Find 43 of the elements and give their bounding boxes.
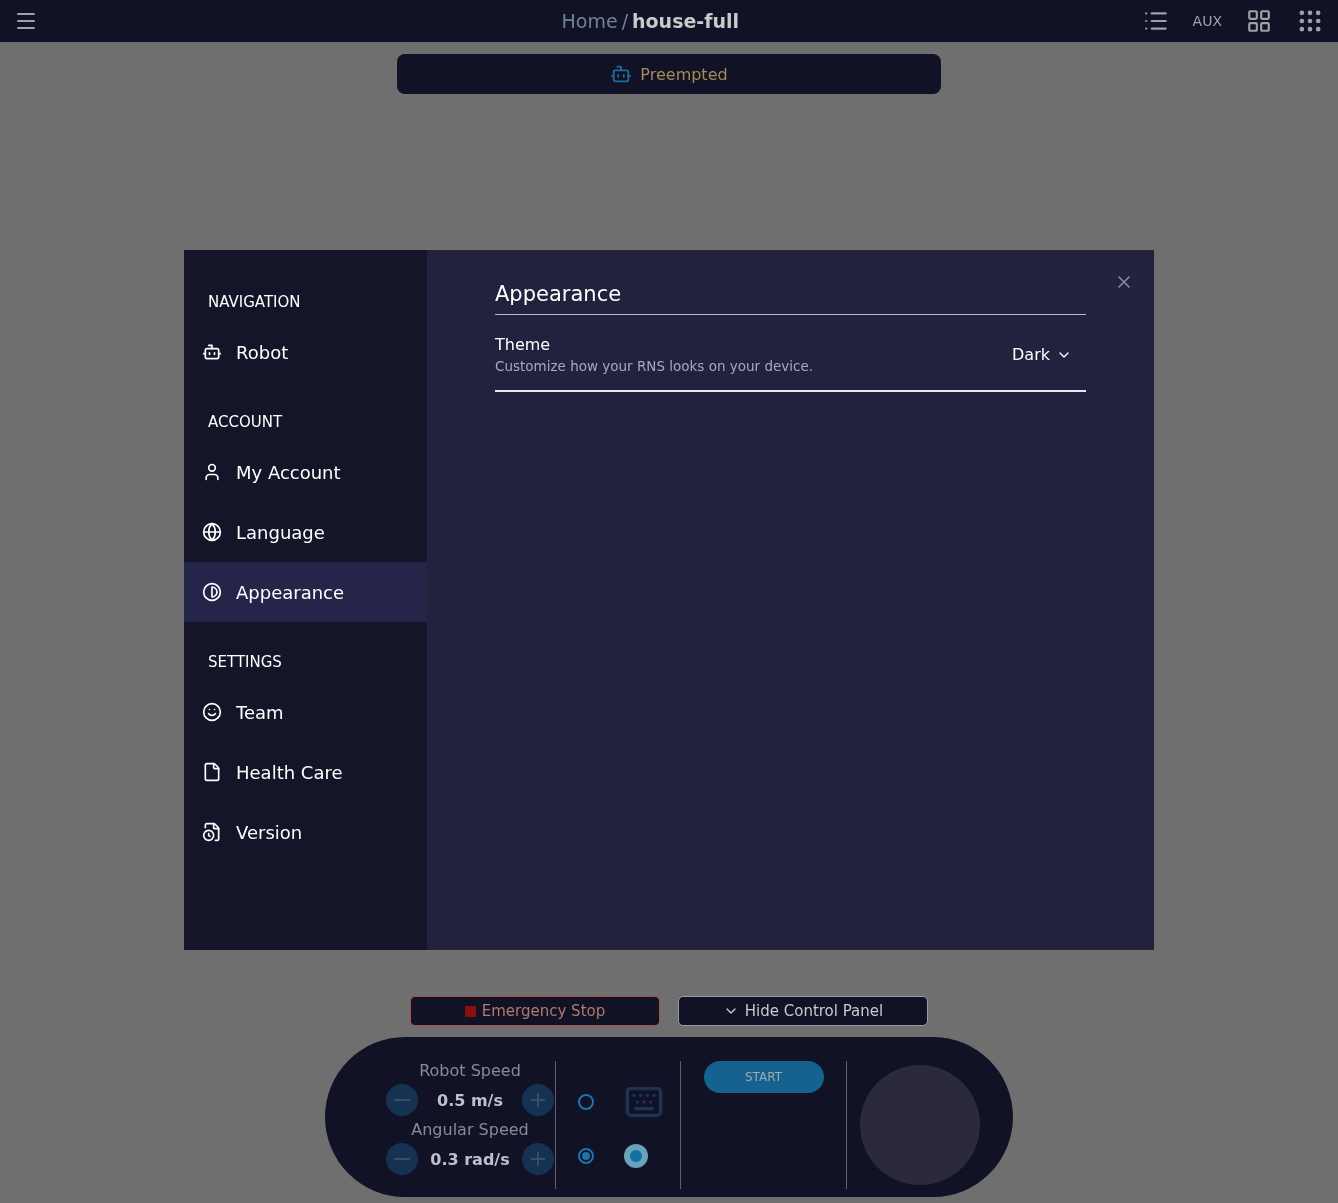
breadcrumb-current: house-full — [632, 10, 740, 32]
hide-panel-button[interactable]: Hide Control Panel — [678, 996, 928, 1026]
status-text: Preempted — [640, 64, 728, 84]
item-icon — [202, 762, 222, 782]
minus-icon — [394, 1158, 410, 1160]
item-icon — [202, 522, 222, 542]
decrease-button[interactable] — [386, 1084, 418, 1116]
increase-button[interactable] — [522, 1084, 554, 1116]
speed-value: 0.3 rad/s — [430, 1149, 510, 1169]
section-heading: NAVIGATION — [207, 292, 302, 313]
item-icon — [202, 462, 222, 482]
sidebar-item[interactable]: Robot — [184, 322, 427, 382]
speed-label: Robot Speed — [419, 1061, 521, 1080]
joystick-icon — [624, 1144, 648, 1168]
sidebar-item[interactable]: Appearance — [184, 562, 427, 622]
aux-button[interactable]: AUX — [1192, 13, 1222, 29]
sidebar-item[interactable]: Version — [184, 802, 427, 862]
item-icon — [202, 342, 222, 362]
minus-icon — [394, 1099, 410, 1101]
section-heading: SETTINGS — [207, 652, 283, 673]
breadcrumb-separator: / — [621, 10, 629, 32]
sidebar-item[interactable]: Health Care — [184, 742, 427, 802]
setting-label: Theme — [495, 335, 552, 354]
sidebar-item[interactable]: Language — [184, 502, 427, 562]
sidebar-item[interactable]: My Account — [184, 442, 427, 502]
item-icon — [202, 702, 222, 722]
emergency-stop-button[interactable]: Emergency Stop — [410, 996, 660, 1026]
mode-radio[interactable] — [578, 1148, 594, 1164]
panel-title: Appearance — [495, 282, 1086, 315]
item-icon — [202, 822, 222, 842]
item-icon — [202, 582, 222, 602]
speed-value: 0.5 m/s — [436, 1090, 504, 1110]
robot-icon — [610, 63, 633, 85]
section-heading: ACCOUNT — [207, 412, 284, 433]
decrease-button[interactable] — [386, 1143, 418, 1175]
speed-label: Angular Speed — [411, 1120, 529, 1139]
setting-description: Customize how your RNS looks on your device. — [495, 358, 815, 374]
mode-radio[interactable] — [578, 1094, 594, 1110]
grid-icon[interactable] — [1246, 8, 1272, 34]
breadcrumb-link[interactable]: Home — [561, 10, 618, 32]
theme-dropdown[interactable]: Dark — [1006, 344, 1078, 365]
sidebar-item[interactable]: Team — [184, 682, 427, 742]
increase-button[interactable] — [522, 1143, 554, 1175]
